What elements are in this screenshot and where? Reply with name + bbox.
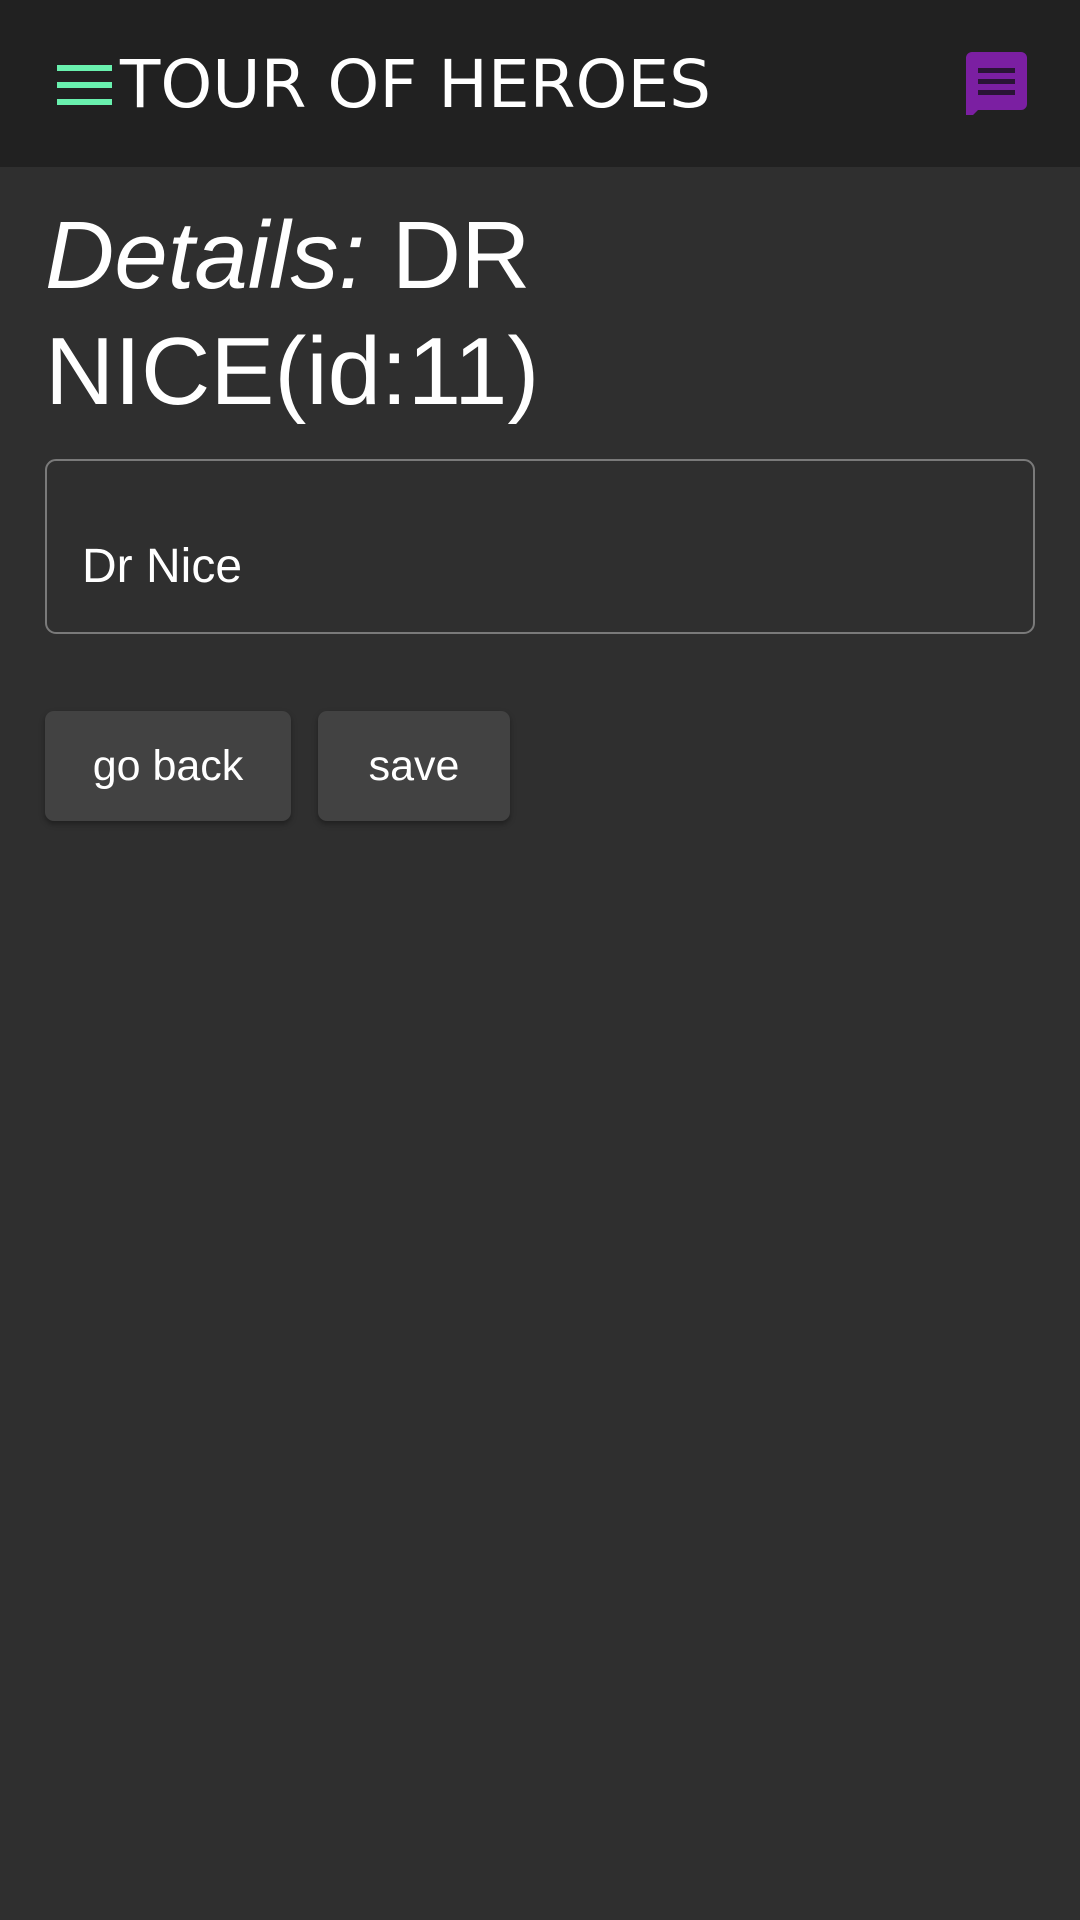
save-button[interactable]: save [318,711,510,821]
details-label: Details: [45,202,366,309]
hero-details-heading: Details: DR NICE(id:11) [45,198,945,430]
hamburger-menu-icon[interactable] [57,65,112,105]
go-back-button[interactable]: go back [45,711,291,821]
hero-name-input[interactable] [82,531,982,601]
messages-icon[interactable] [964,52,1027,122]
hero-name-field[interactable] [45,459,1035,634]
top-app-bar: TOUR OF HEROES [0,0,1080,167]
app-title: TOUR OF HEROES [120,46,712,123]
